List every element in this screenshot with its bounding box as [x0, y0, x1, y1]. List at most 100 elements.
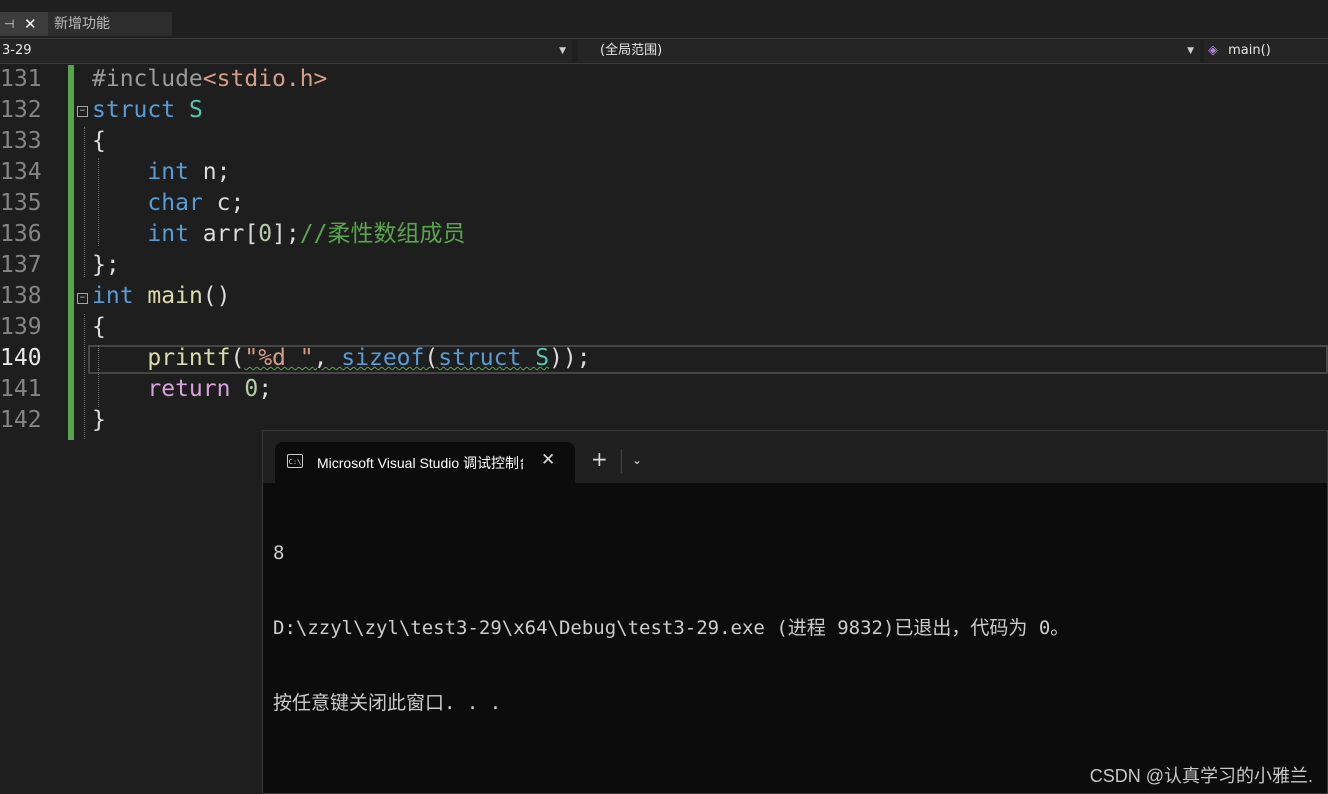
code-line[interactable]: 140 printf("%d ", sizeof(struct S));	[0, 343, 1328, 374]
code-token: c;	[202, 190, 245, 216]
line-number: 136	[0, 221, 42, 247]
code-line[interactable]: 135 char c;	[0, 188, 1328, 219]
code-text: #include<stdio.h>	[92, 64, 327, 95]
debug-console-window[interactable]: C:\ Microsoft Visual Studio 调试控制台 ✕ + ⌄ …	[262, 430, 1328, 794]
code-token: struct	[438, 345, 522, 371]
code-text: int main()	[92, 281, 231, 312]
code-line[interactable]: 141 return 0;	[0, 374, 1328, 405]
line-number: 137	[0, 252, 42, 278]
code-token: <stdio.h>	[202, 66, 328, 92]
line-number: 141	[0, 376, 42, 402]
code-token: n;	[188, 159, 231, 185]
chevron-down-icon: ▼	[559, 46, 566, 56]
code-token: int	[92, 283, 134, 309]
navigation-bar: 3-29 ▼ (全局范围) ▼ ◈ main()	[0, 38, 1328, 64]
code-token: 0	[244, 376, 259, 402]
line-number: 142	[0, 407, 42, 433]
code-token: }	[92, 407, 106, 433]
code-token: printf	[147, 345, 231, 371]
code-token: int	[147, 159, 189, 185]
scope-dropdown-label: (全局范围)	[600, 43, 663, 58]
code-line[interactable]: 132 struct S	[0, 95, 1328, 126]
watermark: CSDN @认真学习的小雅兰.	[1089, 766, 1313, 786]
code-text: int n;	[92, 157, 230, 188]
code-line[interactable]: 133 {	[0, 126, 1328, 157]
tab-divider	[621, 449, 622, 473]
code-token: 0	[258, 221, 273, 247]
code-token: int	[147, 221, 189, 247]
code-text: };	[92, 250, 120, 281]
code-token: ;	[258, 376, 273, 402]
code-line[interactable]: 136 int arr[0];//柔性数组成员	[0, 219, 1328, 250]
new-tab-button[interactable]: +	[591, 449, 608, 469]
scope-dropdown[interactable]: (全局范围) ▼	[578, 40, 1200, 62]
console-titlebar: C:\ Microsoft Visual Studio 调试控制台 ✕ + ⌄	[263, 431, 1327, 483]
console-tab[interactable]: C:\ Microsoft Visual Studio 调试控制台 ✕	[275, 442, 575, 483]
tab-whats-new[interactable]: 新增功能	[48, 12, 172, 36]
line-number: 139	[0, 314, 42, 340]
code-line[interactable]: 134 int n;	[0, 157, 1328, 188]
code-token: {	[92, 128, 106, 154]
code-token: struct	[92, 97, 176, 123]
line-number: 131	[0, 66, 42, 92]
code-token: sizeof	[341, 345, 425, 371]
code-line[interactable]: 131 #include<stdio.h>	[0, 64, 1328, 95]
line-number: 132	[0, 97, 42, 123]
console-output: 8 D:\zzyl\zyl\test3-29\x64\Debug\test3-2…	[273, 491, 1069, 766]
close-tab-icon[interactable]: ✕	[24, 15, 37, 33]
code-text: int arr[0];//柔性数组成员	[92, 219, 465, 250]
console-tab-title: Microsoft Visual Studio 调试控制台	[317, 455, 523, 471]
code-line[interactable]: 139 {	[0, 312, 1328, 343]
code-token: };	[92, 252, 120, 278]
code-token: char	[147, 190, 203, 216]
console-output-line: 8	[273, 542, 285, 564]
code-token: (	[230, 345, 245, 371]
code-token: ));	[549, 345, 591, 371]
code-token: {	[92, 314, 106, 340]
code-token: return	[147, 376, 231, 402]
code-token: ,	[313, 345, 342, 371]
line-number: 138	[0, 283, 42, 309]
code-text: char c;	[92, 188, 244, 219]
project-dropdown[interactable]: 3-29 ▼	[0, 40, 572, 62]
code-text: }	[92, 405, 106, 436]
code-text: return 0;	[92, 374, 272, 405]
code-line[interactable]: 138 int main()	[0, 281, 1328, 312]
line-number: 140	[0, 345, 42, 371]
code-text: printf("%d ", sizeof(struct S));	[92, 343, 591, 374]
line-number: 133	[0, 128, 42, 154]
line-number: 134	[0, 159, 42, 185]
code-token: ()	[202, 283, 231, 309]
member-dropdown[interactable]: ◈ main()	[1204, 40, 1328, 62]
project-dropdown-label: 3-29	[2, 43, 32, 58]
code-line[interactable]: 137};	[0, 250, 1328, 281]
console-output-line: D:\zzyl\zyl\test3-29\x64\Debug\test3-29.…	[273, 617, 1070, 639]
line-number: 135	[0, 190, 42, 216]
pin-icon[interactable]: ⊣	[4, 17, 20, 31]
code-token: #include	[92, 66, 203, 92]
code-text: struct S	[92, 95, 203, 126]
code-token: "%d "	[244, 345, 314, 371]
document-tab-active[interactable]: ⊣ ✕	[0, 12, 48, 36]
chevron-down-icon[interactable]: ⌄	[632, 453, 642, 467]
console-output-line: 按任意键关闭此窗口. . .	[273, 692, 502, 714]
close-icon[interactable]: ✕	[541, 450, 555, 470]
terminal-icon: C:\	[287, 454, 303, 468]
method-cube-icon: ◈	[1208, 43, 1218, 58]
code-token: S	[535, 345, 550, 371]
code-token: arr[	[188, 221, 259, 247]
member-dropdown-label: main()	[1228, 43, 1271, 58]
code-token: main	[147, 283, 203, 309]
code-token: S	[188, 97, 203, 123]
code-token: ];	[272, 221, 300, 247]
code-token: //柔性数组成员	[299, 221, 466, 247]
code-text: {	[92, 312, 106, 343]
code-text: {	[92, 126, 106, 157]
